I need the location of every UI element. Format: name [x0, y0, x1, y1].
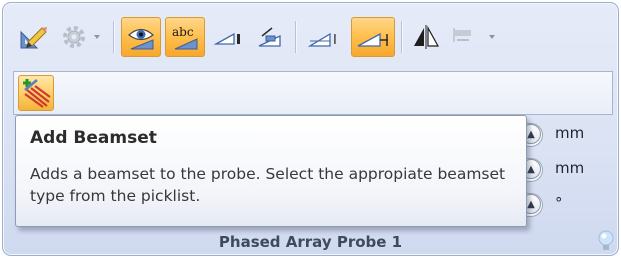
abc-label-button[interactable]: abc: [165, 17, 205, 57]
svg-text:I: I: [333, 33, 337, 48]
add-beamset-tooltip: Add Beamset Adds a beamset to the probe.…: [15, 115, 527, 227]
probe-toolbar: abc I: [13, 15, 613, 59]
eye-view-button[interactable]: [121, 17, 161, 57]
wedge-offset-icon: [357, 32, 388, 47]
gear-dropdown-icon: [63, 26, 100, 48]
panel-title: Phased Array Probe 1: [218, 233, 403, 251]
probe-tilt-icon: [258, 27, 281, 47]
mirror-icon: [414, 25, 440, 49]
wedge-index-icon: I: [307, 32, 337, 48]
tooltip-title: Add Beamset: [30, 128, 157, 148]
tooltip-description: Adds a beamset to the probe. Select the …: [30, 165, 506, 205]
unit-label: mm: [555, 124, 585, 142]
abc-label-icon: abc: [172, 25, 198, 50]
toolbar-separator: [113, 21, 114, 53]
ruler-pencil-button[interactable]: [15, 17, 51, 57]
unit-label: mm: [555, 159, 585, 177]
probe-tilt-button[interactable]: [251, 17, 289, 57]
add-beamset-button[interactable]: [18, 75, 54, 111]
unit-label: °: [555, 194, 563, 212]
toolbar-separator: [295, 21, 296, 53]
eye-view-icon: [128, 28, 154, 50]
svg-text:abc: abc: [172, 25, 194, 39]
gear-dropdown-button[interactable]: [55, 17, 107, 57]
align-dropdown-icon: [453, 28, 495, 42]
add-beamset-icon: [23, 79, 51, 108]
wedge-button[interactable]: [209, 17, 247, 57]
lightbulb-icon[interactable]: [597, 230, 615, 254]
wedge-offset-button[interactable]: [351, 17, 395, 57]
wedge-icon: [213, 32, 240, 45]
align-dropdown-button[interactable]: [449, 17, 505, 57]
ruler-pencil-icon: [20, 27, 47, 49]
beamset-toolbar: [13, 71, 613, 115]
mirror-button[interactable]: [407, 17, 445, 57]
toolbar-separator: [401, 21, 402, 53]
wedge-index-button[interactable]: I: [303, 17, 347, 57]
